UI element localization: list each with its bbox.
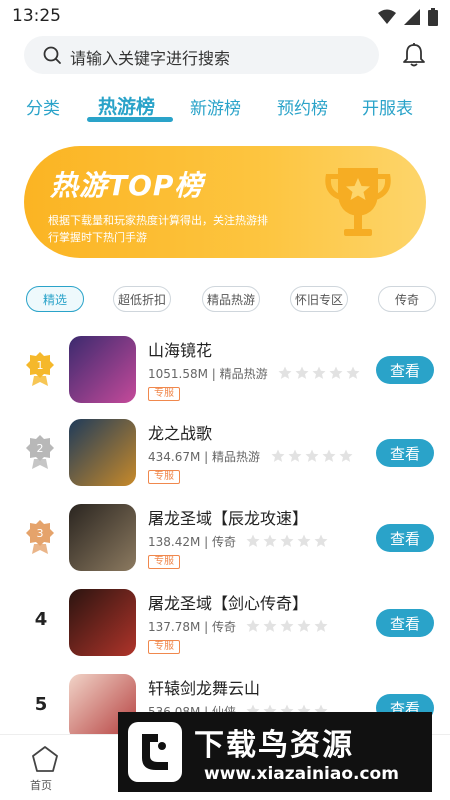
rating-stars bbox=[246, 619, 328, 633]
chip-retro-zone[interactable]: 怀旧专区 bbox=[290, 286, 348, 312]
rank-medal-icon: 3 bbox=[26, 520, 54, 554]
game-icon[interactable] bbox=[69, 589, 136, 656]
wifi-icon bbox=[378, 9, 396, 24]
game-icon[interactable] bbox=[69, 419, 136, 486]
game-name: 屠龙圣域【辰龙攻速】 bbox=[148, 509, 309, 528]
rating-stars bbox=[271, 449, 353, 463]
chip-legend[interactable]: 传奇 bbox=[378, 286, 436, 312]
chip-featured[interactable]: 精选 bbox=[26, 286, 84, 312]
view-button[interactable]: 查看 bbox=[376, 439, 434, 467]
banner-title: 热游TOP榜 bbox=[50, 169, 204, 202]
battery-icon bbox=[428, 8, 438, 26]
game-tag: 专服 bbox=[148, 387, 180, 401]
top-list-banner[interactable]: 热游TOP榜 根据下载量和玩家热度计算得出，关注热游排行掌握时下热门手游 bbox=[24, 146, 426, 258]
star-icon bbox=[314, 619, 328, 632]
tab-reservation[interactable]: 预约榜 bbox=[277, 94, 328, 119]
game-icon[interactable] bbox=[69, 504, 136, 571]
game-icon[interactable] bbox=[69, 336, 136, 403]
search-bar[interactable]: 请输入关键字进行搜索 bbox=[24, 36, 379, 74]
rating-stars bbox=[278, 366, 360, 380]
game-row[interactable]: 1 山海镜花 1051.58M | 精品热游 专服 查看 bbox=[0, 329, 450, 409]
star-icon bbox=[312, 366, 326, 379]
tab-server-list[interactable]: 开服表 bbox=[362, 94, 413, 119]
search-input[interactable]: 请输入关键字进行搜索 bbox=[70, 45, 230, 69]
rating-stars bbox=[246, 534, 328, 548]
view-button[interactable]: 查看 bbox=[376, 356, 434, 384]
active-tab-indicator bbox=[87, 117, 173, 122]
star-icon bbox=[246, 534, 260, 547]
watermark: 下载鸟资源 www.xiazainiao.com bbox=[118, 712, 432, 792]
filter-chips: 精选 超低折扣 精品热游 怀旧专区 传奇 bbox=[0, 286, 450, 312]
chip-low-discount[interactable]: 超低折扣 bbox=[113, 286, 171, 312]
star-icon bbox=[271, 449, 285, 462]
rank-number: 2 bbox=[37, 442, 44, 455]
star-icon bbox=[280, 619, 294, 632]
star-icon bbox=[288, 449, 302, 462]
game-name: 屠龙圣域【剑心传奇】 bbox=[148, 594, 309, 613]
game-row[interactable]: 3 屠龙圣域【辰龙攻速】 138.42M | 传奇 专服 查看 bbox=[0, 497, 450, 577]
signal-icon bbox=[404, 9, 420, 25]
star-icon bbox=[346, 366, 360, 379]
game-tag: 专服 bbox=[148, 555, 180, 569]
star-icon bbox=[297, 619, 311, 632]
star-icon bbox=[263, 619, 277, 632]
game-meta: 138.42M | 传奇 bbox=[148, 535, 237, 549]
star-icon bbox=[278, 366, 292, 379]
banner-description: 根据下载量和玩家热度计算得出，关注热游排行掌握时下热门手游 bbox=[48, 214, 268, 244]
rank-number: 1 bbox=[37, 359, 44, 372]
trophy-icon bbox=[325, 168, 391, 236]
category-tabs: 分类 热游榜 新游榜 预约榜 开服表 bbox=[0, 94, 450, 124]
bird-logo-icon bbox=[128, 722, 182, 782]
game-name: 山海镜花 bbox=[148, 341, 213, 360]
bell-icon[interactable] bbox=[402, 42, 426, 68]
star-icon bbox=[314, 534, 328, 547]
game-row[interactable]: 4 屠龙圣域【剑心传奇】 137.78M | 传奇 专服 查看 bbox=[0, 582, 450, 662]
star-icon bbox=[305, 449, 319, 462]
game-meta: 137.78M | 传奇 bbox=[148, 620, 237, 634]
star-icon bbox=[263, 534, 277, 547]
star-icon bbox=[329, 366, 343, 379]
rank-medal-icon: 2 bbox=[26, 435, 54, 469]
rank-number: 3 bbox=[37, 527, 44, 540]
game-row[interactable]: 2 龙之战歌 434.67M | 精品热游 专服 查看 bbox=[0, 412, 450, 492]
status-bar: 13:25 bbox=[0, 0, 450, 32]
view-button[interactable]: 查看 bbox=[376, 609, 434, 637]
status-time: 13:25 bbox=[12, 6, 61, 26]
game-name: 轩辕剑龙舞云山 bbox=[148, 679, 261, 698]
game-name: 龙之战歌 bbox=[148, 424, 213, 443]
game-meta: 434.67M | 精品热游 bbox=[148, 450, 261, 464]
game-tag: 专服 bbox=[148, 640, 180, 654]
chip-quality-games[interactable]: 精品热游 bbox=[202, 286, 260, 312]
star-icon bbox=[297, 534, 311, 547]
tab-category[interactable]: 分类 bbox=[26, 94, 60, 119]
rank-number: 4 bbox=[34, 609, 48, 630]
game-meta: 1051.58M | 精品热游 bbox=[148, 367, 268, 381]
tab-hot-games[interactable]: 热游榜 bbox=[98, 92, 155, 119]
status-icons bbox=[378, 8, 438, 26]
watermark-url: www.xiazainiao.com bbox=[204, 764, 399, 784]
view-button[interactable]: 查看 bbox=[376, 524, 434, 552]
star-icon bbox=[295, 366, 309, 379]
game-tag: 专服 bbox=[148, 470, 180, 484]
rank-medal-icon: 1 bbox=[26, 352, 54, 386]
star-icon bbox=[322, 449, 336, 462]
search-icon bbox=[43, 46, 61, 64]
watermark-title: 下载鸟资源 bbox=[194, 728, 354, 763]
home-icon[interactable] bbox=[31, 745, 59, 773]
star-icon bbox=[339, 449, 353, 462]
star-icon bbox=[280, 534, 294, 547]
nav-home-label[interactable]: 首页 bbox=[30, 777, 52, 793]
rank-number: 5 bbox=[34, 694, 48, 715]
tab-new-games[interactable]: 新游榜 bbox=[190, 94, 241, 119]
star-icon bbox=[246, 619, 260, 632]
